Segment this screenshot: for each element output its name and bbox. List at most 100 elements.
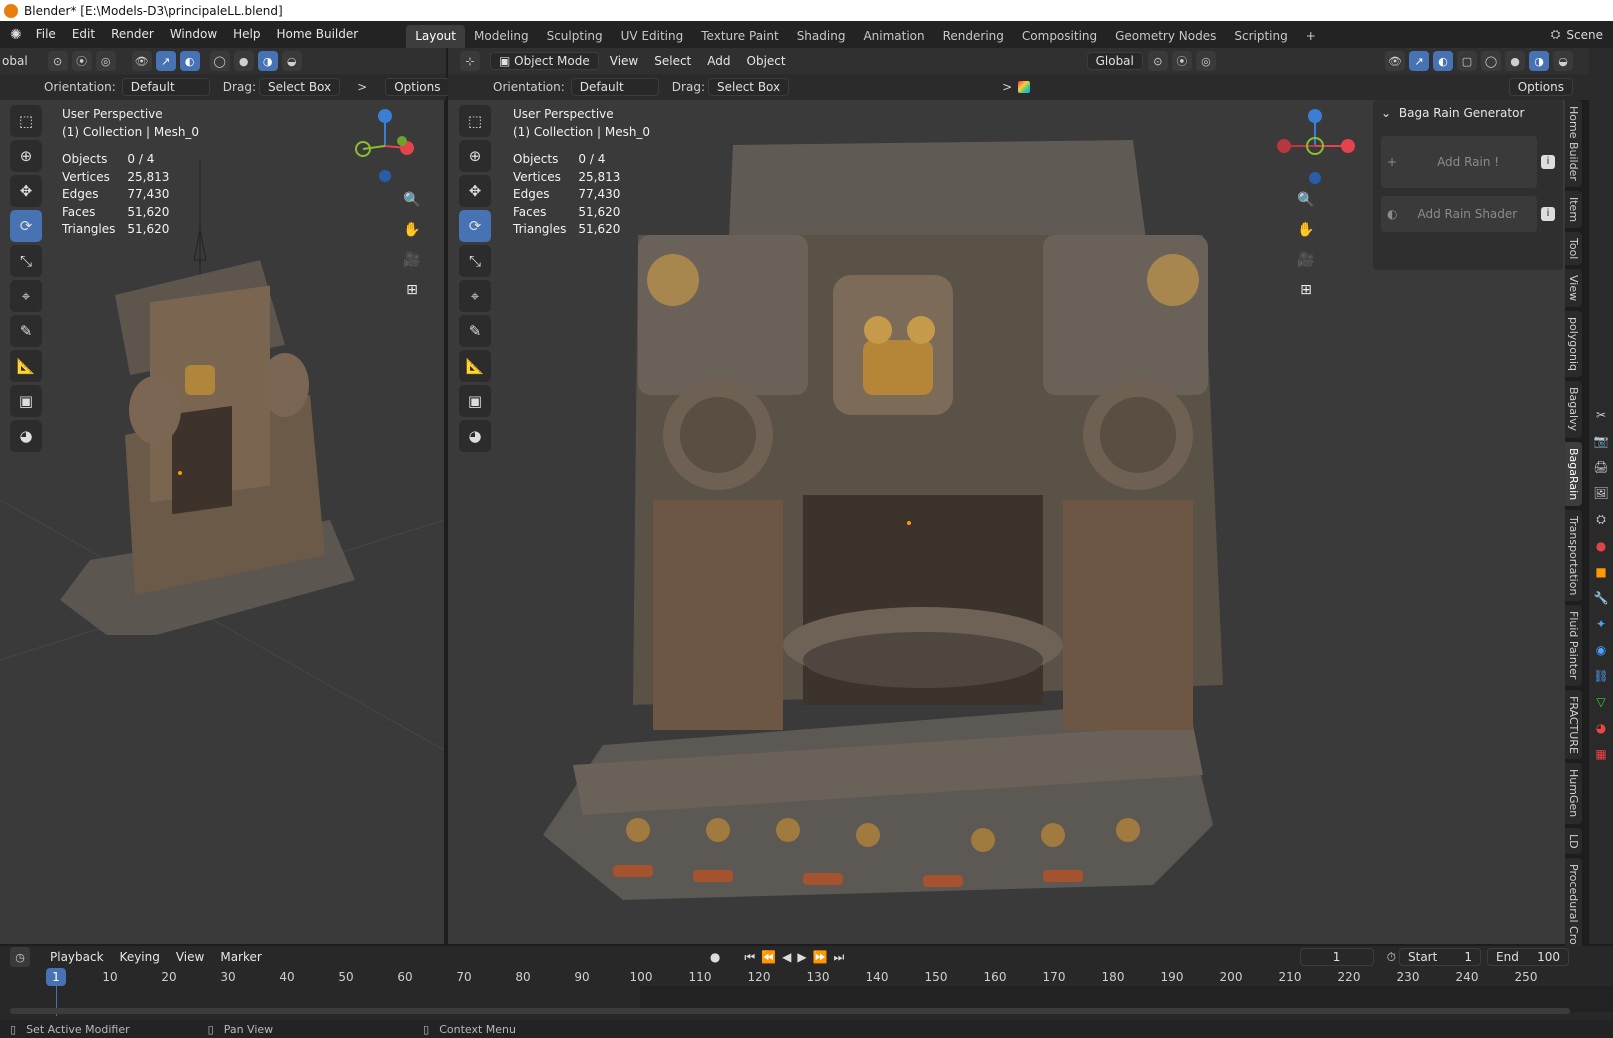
properties-view-layer-icon[interactable]: 🖼 [1589, 486, 1613, 500]
sidebar-tab-item[interactable]: Item [1565, 190, 1582, 228]
sidebar-tab-tool[interactable]: Tool [1565, 231, 1582, 266]
drag-dropdown[interactable]: Select Box [707, 78, 790, 96]
tab-uv-editing[interactable]: UV Editing [612, 25, 693, 48]
visibility-icon[interactable]: 👁 [1385, 51, 1405, 71]
pivot-icon[interactable]: ⊙ [1147, 51, 1168, 71]
rain-panel-header[interactable]: ⌄ Baga Rain Generator [1373, 100, 1563, 126]
view-menu[interactable]: View [602, 48, 646, 75]
transform-icon[interactable]: ⌖ [10, 280, 42, 312]
sidebar-tab-fracture[interactable]: FRACTURE [1565, 689, 1582, 760]
rotate-icon[interactable]: ⟳ [10, 210, 42, 242]
add-cube-icon[interactable]: ▣ [10, 385, 42, 417]
solid-shading-icon[interactable]: ● [233, 51, 254, 71]
addon-cube-icon[interactable] [1018, 81, 1031, 93]
tab-modeling[interactable]: Modeling [465, 25, 538, 48]
menu-help[interactable]: Help [225, 21, 268, 48]
add-rain-shader-button[interactable]: ◐ Add Rain Shader [1381, 196, 1537, 232]
sidebar-tab-polygoniq[interactable]: polygoniq [1565, 311, 1582, 378]
wireframe-shading-icon[interactable]: ◯ [209, 51, 230, 71]
gizmo-toggle-icon[interactable]: ↗ [1409, 51, 1429, 71]
menu-render[interactable]: Render [103, 21, 162, 48]
options-button[interactable]: Options [385, 78, 450, 96]
mode-dropdown[interactable]: ▣ Object Mode [490, 52, 599, 70]
left-axis-gizmo[interactable] [355, 106, 425, 186]
properties-object-icon[interactable]: ■ [1589, 565, 1613, 579]
properties-particles-icon[interactable]: ✦ [1589, 617, 1613, 631]
menu-window[interactable]: Window [162, 21, 225, 48]
expand-chevron-icon[interactable]: > [357, 80, 367, 94]
scale-icon[interactable]: ⤡ [459, 245, 491, 277]
camera-icon[interactable]: 🎥 [1294, 248, 1318, 272]
right-axis-gizmo[interactable] [1270, 106, 1360, 186]
shading-icon[interactable]: ◕ [459, 420, 491, 452]
properties-tool-icon[interactable]: ✂ [1589, 408, 1613, 422]
menu-home-builder[interactable]: Home Builder [269, 21, 367, 48]
add-cube-icon[interactable]: ▣ [459, 385, 491, 417]
tab-sculpting[interactable]: Sculpting [538, 25, 612, 48]
sidebar-tab-bagalvy[interactable]: Bagalvy [1565, 381, 1582, 438]
pan-hand-icon[interactable]: ✋ [1294, 218, 1318, 242]
gizmo-toggle-icon[interactable]: ↗ [155, 51, 176, 71]
info-icon[interactable]: i [1541, 207, 1555, 221]
sidebar-tab-transportation[interactable]: Transportation [1565, 509, 1582, 602]
shading-icon[interactable]: ◕ [10, 420, 42, 452]
wireframe-shading-icon[interactable]: ◯ [1481, 51, 1501, 71]
scale-icon[interactable]: ⤡ [10, 245, 42, 277]
select-box-icon[interactable]: ⬚ [10, 105, 42, 137]
menu-edit[interactable]: Edit [64, 21, 103, 48]
select-box-icon[interactable]: ⬚ [459, 105, 491, 137]
rotate-icon[interactable]: ⟳ [459, 210, 491, 242]
snap-icon[interactable]: ⦿ [1171, 51, 1192, 71]
visibility-icon[interactable]: 👁 [131, 51, 152, 71]
tab-shading[interactable]: Shading [788, 25, 855, 48]
overlay-toggle-icon[interactable]: ◐ [1433, 51, 1453, 71]
properties-modifier-icon[interactable]: 🔧 [1589, 591, 1613, 605]
sidebar-tab-home-builder[interactable]: Home Builder [1565, 100, 1582, 187]
drag-dropdown[interactable]: Select Box [258, 78, 341, 96]
transform-orientation-dropdown[interactable]: obal [2, 54, 28, 68]
scene-icon[interactable]: ⛭ [1551, 27, 1561, 42]
blender-menu-icon[interactable]: ✺ [10, 27, 22, 43]
proportional-icon[interactable]: ◎ [95, 51, 116, 71]
properties-render-icon[interactable]: 📷 [1589, 434, 1613, 448]
expand-chevron-icon[interactable]: > [1002, 80, 1012, 94]
orientation-dropdown[interactable]: Default [570, 78, 659, 96]
move-icon[interactable]: ✥ [10, 175, 42, 207]
tab-animation[interactable]: Animation [854, 25, 933, 48]
timeline-scrollbar[interactable] [10, 1008, 1570, 1014]
right-viewport[interactable]: User Perspective (1) Collection | Mesh_0… [448, 100, 1565, 944]
zoom-icon[interactable]: 🔍 [1294, 188, 1318, 212]
editor-type-icon[interactable]: ⊹ [460, 51, 480, 71]
add-menu[interactable]: Add [699, 48, 738, 75]
sidebar-tab-fluid-painter[interactable]: Fluid Painter [1565, 605, 1582, 686]
scene-selector[interactable]: Scene [1566, 28, 1603, 42]
solid-shading-icon[interactable]: ● [1505, 51, 1525, 71]
perspective-grid-icon[interactable]: ⊞ [1294, 278, 1318, 302]
options-button[interactable]: Options [1508, 78, 1573, 96]
annotate-icon[interactable]: ✎ [10, 315, 42, 347]
properties-data-icon[interactable]: ▽ [1589, 695, 1613, 709]
cursor-icon[interactable]: ⊕ [10, 140, 42, 172]
sidebar-tab-bagarain[interactable]: BagaRain [1565, 441, 1582, 506]
camera-icon[interactable]: 🎥 [400, 248, 424, 272]
sidebar-tab-humgen[interactable]: HumGen [1565, 763, 1582, 824]
perspective-grid-icon[interactable]: ⊞ [400, 278, 424, 302]
xray-icon[interactable]: ▢ [1457, 51, 1477, 71]
properties-physics-icon[interactable]: ◉ [1589, 643, 1613, 657]
properties-material-icon[interactable]: ◕ [1589, 721, 1613, 735]
sidebar-tab-procedural[interactable]: Procedural Cro [1565, 858, 1582, 952]
properties-constraints-icon[interactable]: ⛓ [1589, 669, 1613, 683]
sidebar-tab-view[interactable]: View [1565, 269, 1582, 308]
tab-texture-paint[interactable]: Texture Paint [692, 25, 787, 48]
snap-icon[interactable]: ⦿ [71, 51, 92, 71]
orientation-dropdown[interactable]: Default [121, 78, 210, 96]
menu-file[interactable]: File [28, 21, 64, 48]
cursor-icon[interactable]: ⊕ [459, 140, 491, 172]
add-rain-button[interactable]: + Add Rain ! [1381, 136, 1537, 188]
properties-world-icon[interactable]: ● [1589, 539, 1613, 553]
tab-scripting[interactable]: Scripting [1225, 25, 1296, 48]
tab-geometry-nodes[interactable]: Geometry Nodes [1106, 25, 1225, 48]
rendered-shading-icon[interactable]: ◒ [281, 51, 302, 71]
tab-rendering[interactable]: Rendering [934, 25, 1013, 48]
proportional-icon[interactable]: ◎ [1195, 51, 1216, 71]
